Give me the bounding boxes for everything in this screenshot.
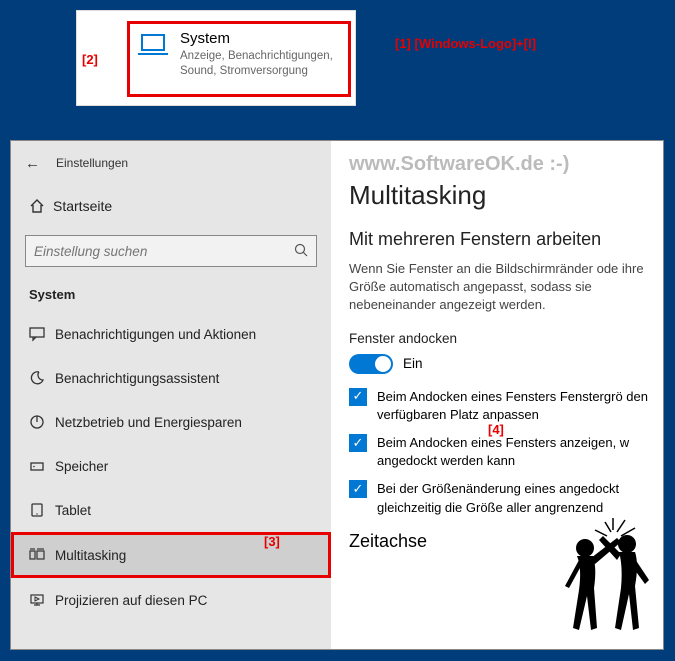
check-label: Bei der Größenänderung eines angedockt g… — [377, 480, 663, 516]
check-label: Beim Andocken eines Fensters anzeigen, w… — [377, 434, 663, 470]
moon-icon — [29, 370, 55, 386]
checkmark-icon: ✓ — [349, 388, 367, 406]
home-label: Startseite — [53, 198, 112, 214]
nav-focus-assist[interactable]: Benachrichtigungsassistent — [11, 356, 331, 400]
annotation-4: [4] — [488, 422, 504, 437]
checkmark-icon: ✓ — [349, 480, 367, 498]
storage-icon — [29, 458, 55, 474]
nav-tablet[interactable]: Tablet — [11, 488, 331, 532]
sidebar: ← Einstellungen Startseite System Benach… — [11, 141, 331, 649]
nav-label: Netzbetrieb und Energiesparen — [55, 415, 242, 430]
system-card-desc: Anzeige, Benachrichtigungen, Sound, Stro… — [180, 49, 348, 79]
section-title: Mit mehreren Fenstern arbeiten — [349, 229, 663, 250]
dock-toggle[interactable]: Ein — [349, 354, 663, 374]
page-title: Multitasking — [349, 180, 663, 211]
section-label: System — [11, 281, 331, 312]
nav-project[interactable]: Projizieren auf diesen PC — [11, 578, 331, 622]
nav-label: Projizieren auf diesen PC — [55, 593, 207, 608]
window-header: ← Einstellungen — [11, 141, 331, 185]
message-icon — [29, 326, 55, 342]
annotation-3: [3] — [264, 534, 280, 549]
settings-window: ← Einstellungen Startseite System Benach… — [10, 140, 664, 650]
multitasking-icon — [29, 547, 55, 563]
nav-storage[interactable]: Speicher — [11, 444, 331, 488]
nav-notifications[interactable]: Benachrichtigungen und Aktionen — [11, 312, 331, 356]
power-icon — [29, 414, 55, 430]
toggle-label: Ein — [403, 356, 423, 371]
watermark: www.SoftwareOK.de :-) — [349, 153, 663, 176]
search-icon — [294, 243, 308, 260]
system-settings-card[interactable]: System Anzeige, Benachrichtigungen, Soun… — [76, 10, 356, 106]
section-desc: Wenn Sie Fenster an die Bildschirmränder… — [349, 260, 663, 315]
laptop-icon — [138, 34, 170, 58]
checkbox-resize-snap[interactable]: ✓ Beim Andocken eines Fensters Fenstergr… — [349, 388, 663, 424]
search-field[interactable] — [34, 244, 274, 259]
nav-label: Tablet — [55, 503, 91, 518]
checkbox-adjacent-resize[interactable]: ✓ Bei der Größenänderung eines angedockt… — [349, 480, 663, 516]
content-panel: www.SoftwareOK.de :-) Multitasking Mit m… — [331, 141, 663, 649]
project-icon — [29, 592, 55, 608]
search-input[interactable] — [25, 235, 317, 267]
nav-power[interactable]: Netzbetrieb und Energiesparen — [11, 400, 331, 444]
tablet-icon — [29, 502, 55, 518]
annotation-2: [2] — [82, 52, 98, 67]
window-title: Einstellungen — [56, 156, 128, 170]
timeline-title: Zeitachse — [349, 531, 663, 552]
nav-label: Speicher — [55, 459, 108, 474]
checkmark-icon: ✓ — [349, 434, 367, 452]
annotation-1: [1] [Windows-Logo]+[I] — [395, 36, 536, 51]
dock-label: Fenster andocken — [349, 331, 663, 346]
nav-multitasking[interactable]: Multitasking — [11, 532, 331, 578]
check-label: Beim Andocken eines Fensters Fenstergrö … — [377, 388, 663, 424]
nav-label: Benachrichtigungen und Aktionen — [55, 327, 256, 342]
back-arrow-icon[interactable]: ← — [25, 155, 40, 172]
home-icon — [29, 198, 53, 214]
system-card-title: System — [180, 30, 348, 47]
home-button[interactable]: Startseite — [11, 185, 331, 227]
nav-label: Multitasking — [55, 548, 126, 563]
checkbox-show-snap[interactable]: ✓ Beim Andocken eines Fensters anzeigen,… — [349, 434, 663, 470]
toggle-track — [349, 354, 393, 374]
nav-label: Benachrichtigungsassistent — [55, 371, 219, 386]
